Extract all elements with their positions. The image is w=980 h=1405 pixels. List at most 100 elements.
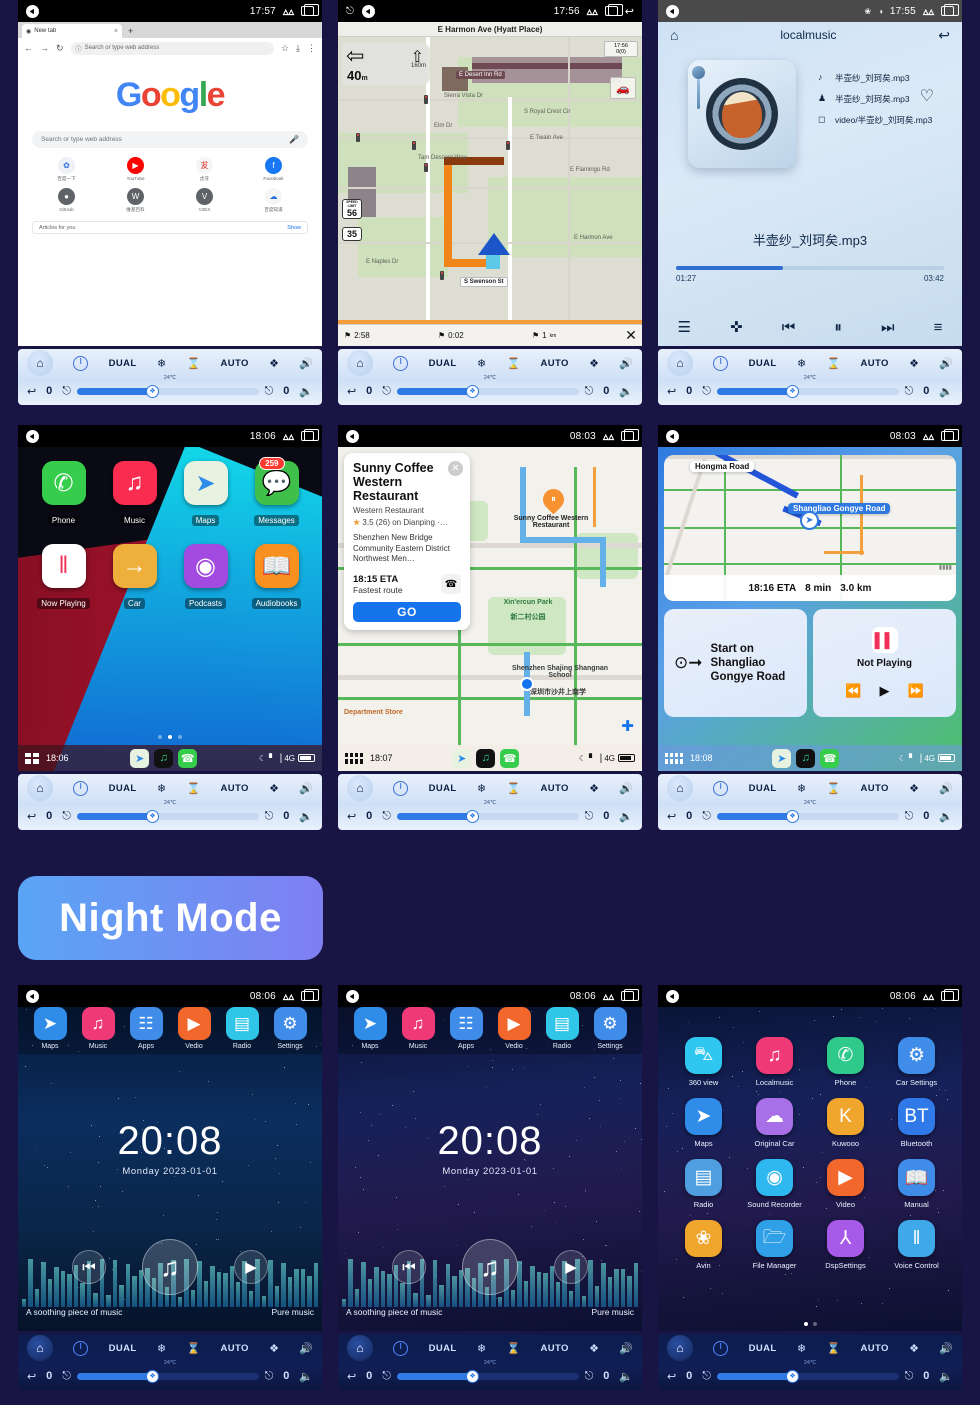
phone-icon[interactable]: ☎ xyxy=(820,749,839,768)
home-icon[interactable]: ⌂ xyxy=(667,350,693,376)
volume-down-icon[interactable]: 🔈 xyxy=(299,385,313,398)
power-icon[interactable] xyxy=(713,356,728,371)
volume-down-icon[interactable]: 🔈 xyxy=(939,1370,953,1383)
app-icon-car[interactable]: → Car xyxy=(99,544,170,611)
volume-up-icon[interactable]: 🔊 xyxy=(939,1342,953,1355)
recirculate-icon[interactable]: ⌛ xyxy=(186,1342,200,1355)
map-canvas[interactable]: ⇦ ⇧ 160m 40m 17:56 0(0) 🚗 SPEED LIMIT 56 … xyxy=(338,37,642,324)
carplay-maps[interactable]: ⏸ Sunny Coffee Western Restaurant Xin'er… xyxy=(338,447,642,771)
kugou-icon[interactable]: ♫ xyxy=(796,749,815,768)
power-icon[interactable] xyxy=(393,781,408,796)
app-icon-kuwooo[interactable]: K Kuwooo xyxy=(810,1098,881,1148)
menu-icon[interactable]: ⋮ xyxy=(307,43,316,54)
recents-icon[interactable] xyxy=(621,431,634,441)
shortcut-tile[interactable]: f Facebook xyxy=(239,157,308,182)
auto-button[interactable]: AUTO xyxy=(540,358,568,369)
go-button[interactable]: GO xyxy=(353,602,461,622)
back-circle-icon[interactable] xyxy=(346,990,359,1003)
app-icon-vedio[interactable]: ▶ Vedio xyxy=(170,1007,218,1050)
map-layer-button[interactable]: 🚗 xyxy=(610,77,636,99)
app-icon-settings[interactable]: ⚙ Settings xyxy=(266,1007,314,1050)
seat-icon[interactable]: ⎋ xyxy=(62,385,71,398)
fan-icon[interactable]: ❖ xyxy=(909,1342,919,1355)
chevron-up-icon[interactable]: ▵▵ xyxy=(923,990,934,1003)
shortcut-tile[interactable]: ☁ 百度知道 xyxy=(239,188,308,213)
fan-icon[interactable]: ❖ xyxy=(589,357,599,370)
back-circle-icon[interactable] xyxy=(26,430,39,443)
app-icon-radio[interactable]: ▤ Radio xyxy=(668,1159,739,1209)
fan-icon[interactable]: ❖ xyxy=(589,1342,599,1355)
app-icon-file-manager[interactable]: 🗁 File Manager xyxy=(739,1220,810,1270)
app-icon-messages[interactable]: 💬 259 Messages xyxy=(241,461,312,528)
chevron-up-icon[interactable]: ▵▵ xyxy=(923,430,934,443)
recents-icon[interactable] xyxy=(621,991,634,1001)
app-icon-car-settings[interactable]: ⚙ Car Settings xyxy=(881,1037,952,1087)
app-icon-music[interactable]: ♫ Music xyxy=(394,1007,442,1050)
fan-icon[interactable]: ❖ xyxy=(269,357,279,370)
shortcut-tile[interactable]: V V2EX xyxy=(170,188,239,213)
pause-icon[interactable]: ⏸ xyxy=(834,319,842,336)
back-circle-icon[interactable] xyxy=(666,430,679,443)
power-icon[interactable] xyxy=(73,781,88,796)
snowflake-icon[interactable]: ❄ xyxy=(157,357,166,370)
equalizer-icon[interactable]: ≡ xyxy=(934,319,943,336)
home-icon[interactable]: ⌂ xyxy=(27,350,53,376)
maps-icon[interactable]: ➤ xyxy=(130,749,149,768)
app-icon-now-playing[interactable]: ‖ Now Playing xyxy=(28,544,99,611)
app-icon-vedio[interactable]: ▶ Vedio xyxy=(490,1007,538,1050)
phone-icon[interactable]: ☎ xyxy=(500,749,519,768)
volume-up-icon[interactable]: 🔊 xyxy=(619,357,633,370)
grid-icon[interactable] xyxy=(345,753,363,764)
app-icon-localmusic[interactable]: ♫ Localmusic xyxy=(739,1037,810,1087)
home-icon[interactable]: ⌂ xyxy=(667,775,693,801)
kugou-icon[interactable]: ♫ xyxy=(476,749,495,768)
app-icon-music[interactable]: ♫ Music xyxy=(99,461,170,528)
seat-icon[interactable]: ⎋ xyxy=(702,1370,711,1383)
auto-button[interactable]: AUTO xyxy=(860,783,888,794)
back-circle-icon[interactable] xyxy=(26,990,39,1003)
temperature-slider[interactable]: ❖ xyxy=(77,813,259,820)
app-icon-bluetooth[interactable]: BT Bluetooth xyxy=(881,1098,952,1148)
home-icon[interactable]: ⌂ xyxy=(27,1335,53,1361)
heated-seat-icon[interactable]: ⎋ xyxy=(585,810,594,823)
back-arrow-icon[interactable]: ↩ xyxy=(27,1370,36,1383)
app-icon-maps[interactable]: ➤ Maps xyxy=(346,1007,394,1050)
heated-seat-icon[interactable]: ⎋ xyxy=(905,1370,914,1383)
auto-button[interactable]: AUTO xyxy=(220,783,248,794)
chevron-up-icon[interactable]: ▵▵ xyxy=(283,990,294,1003)
app-icon-sound-recorder[interactable]: ◉ Sound Recorder xyxy=(739,1159,810,1209)
snowflake-icon[interactable]: ❄ xyxy=(477,782,486,795)
app-icon-maps[interactable]: ➤ Maps xyxy=(668,1098,739,1148)
rewind-icon[interactable]: ⏪ xyxy=(845,683,861,699)
browser-tab[interactable]: ◉ New tab × xyxy=(22,24,122,38)
heated-seat-icon[interactable]: ⎋ xyxy=(265,385,274,398)
next-icon[interactable]: ⏭ xyxy=(881,319,895,336)
search-input[interactable]: Search or type web address 🎤 xyxy=(32,131,308,148)
heated-seat-icon[interactable]: ⎋ xyxy=(905,810,914,823)
heated-seat-icon[interactable]: ⎋ xyxy=(265,810,274,823)
app-icon-audiobooks[interactable]: 📖 Audiobooks xyxy=(241,544,312,611)
app-icon-radio[interactable]: ▤ Radio xyxy=(538,1007,586,1050)
auto-button[interactable]: AUTO xyxy=(860,1343,888,1354)
maps-icon[interactable]: ➤ xyxy=(452,749,471,768)
home-icon[interactable]: ⌂ xyxy=(347,1335,373,1361)
chevron-up-icon[interactable]: ▵▵ xyxy=(587,5,598,18)
volume-up-icon[interactable]: 🔊 xyxy=(939,357,953,370)
app-icon-360-view[interactable]: ⛍ 360 view xyxy=(668,1037,739,1087)
volume-down-icon[interactable]: 🔈 xyxy=(939,385,953,398)
fan-icon[interactable]: ❖ xyxy=(269,1342,279,1355)
recents-icon[interactable] xyxy=(941,431,954,441)
fast-forward-icon[interactable]: ⏩ xyxy=(908,683,924,699)
seek-bar[interactable] xyxy=(676,266,944,270)
grid-icon[interactable] xyxy=(25,753,39,764)
recirculate-icon[interactable]: ⌛ xyxy=(826,1342,840,1355)
forward-button[interactable]: → xyxy=(40,43,49,53)
back-circle-icon[interactable] xyxy=(362,5,375,18)
app-icon-settings[interactable]: ⚙ Settings xyxy=(586,1007,634,1050)
back-arrow-icon[interactable]: ↩ xyxy=(347,810,356,823)
previous-icon[interactable]: ⏮ xyxy=(782,319,796,336)
auto-button[interactable]: AUTO xyxy=(220,1343,248,1354)
back-arrow-icon[interactable]: ↩ xyxy=(27,810,36,823)
return-icon[interactable]: ↩ xyxy=(938,27,950,44)
auto-button[interactable]: AUTO xyxy=(860,358,888,369)
